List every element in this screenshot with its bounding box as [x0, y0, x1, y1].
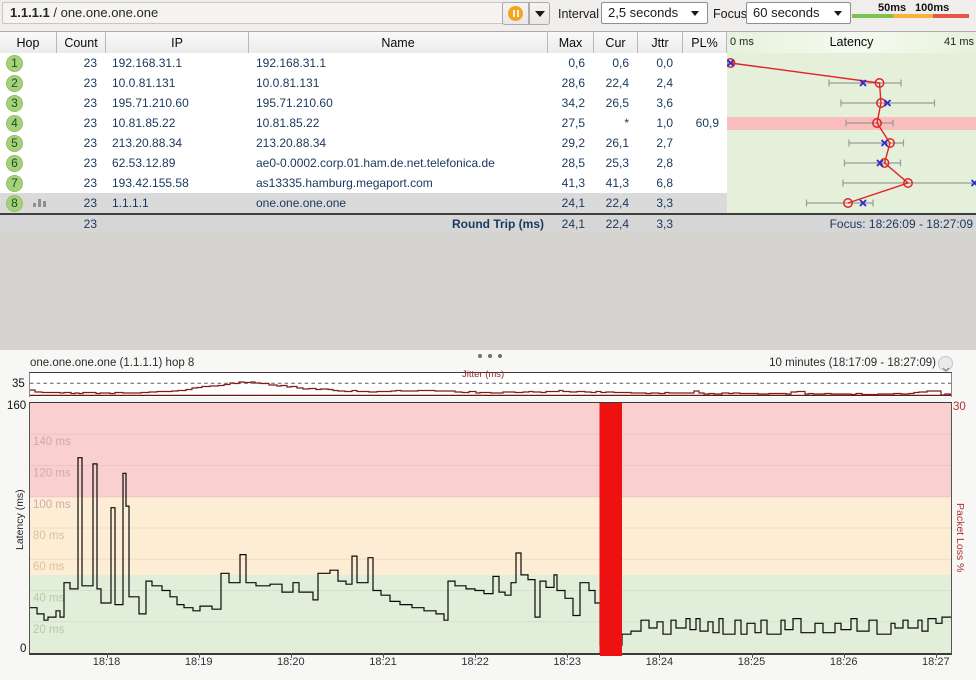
svg-text:20 ms: 20 ms	[33, 623, 65, 635]
svg-text:120 ms: 120 ms	[33, 467, 71, 479]
svg-text:80 ms: 80 ms	[33, 530, 65, 542]
svg-text:60 ms: 60 ms	[33, 561, 65, 573]
svg-text:140 ms: 140 ms	[33, 436, 71, 448]
svg-text:40 ms: 40 ms	[33, 592, 65, 604]
svg-text:100 ms: 100 ms	[33, 498, 71, 510]
